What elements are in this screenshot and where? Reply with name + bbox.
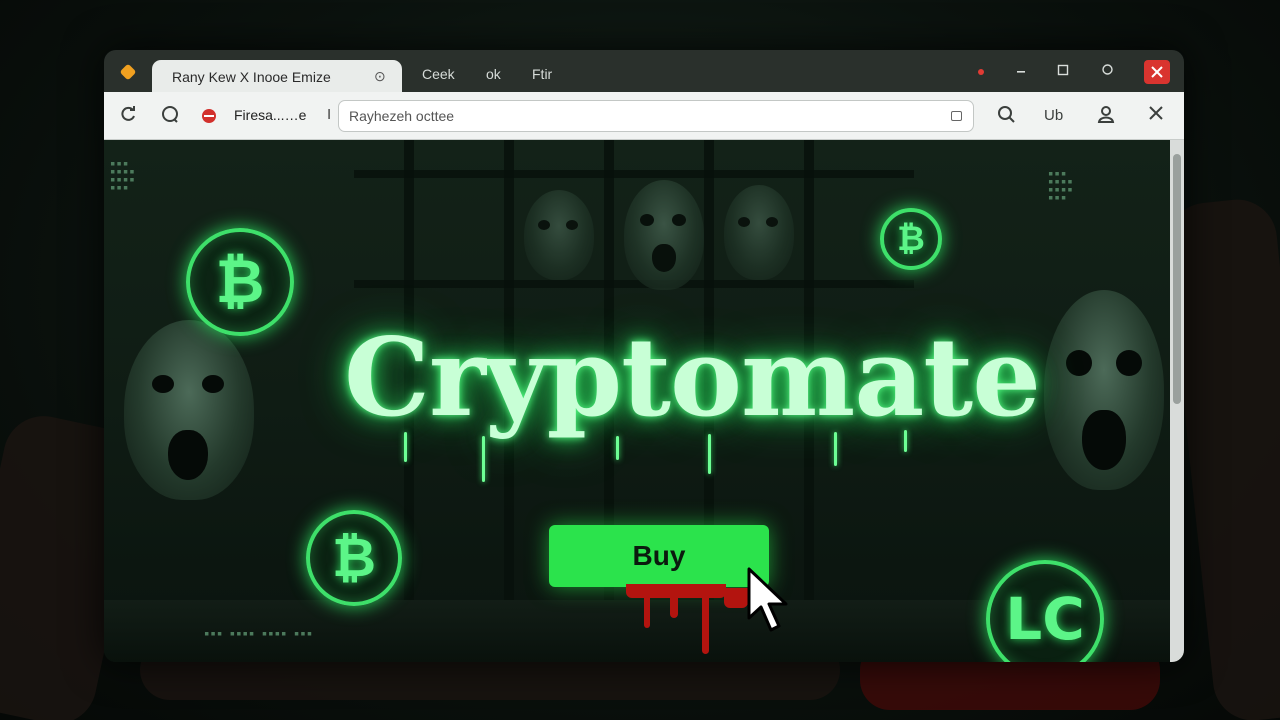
blood-drip xyxy=(670,594,678,618)
maximize-icon[interactable] xyxy=(1052,62,1074,82)
toolbar: Firesa...…e I Rayhezeh octtee Ub xyxy=(104,92,1184,140)
site-favicon-icon xyxy=(202,109,216,123)
title-drip xyxy=(834,432,837,466)
ghoul-back-1 xyxy=(524,190,594,280)
restore-icon[interactable] xyxy=(1096,62,1118,82)
minimize-icon[interactable] xyxy=(1010,62,1032,82)
scrollbar-thumb[interactable] xyxy=(1173,154,1181,404)
cage-crossbar xyxy=(354,280,914,288)
tab-ceek[interactable]: Ceek xyxy=(422,66,455,82)
record-dot-icon[interactable] xyxy=(970,62,992,82)
title-drip xyxy=(904,430,907,452)
pixel-decor-top-right: ▪▪▪ ▪▪▪▪ ▪▪▪▪ ▪▪▪ xyxy=(1048,169,1074,203)
window-close-icon[interactable] xyxy=(1144,60,1170,84)
search-icon[interactable] xyxy=(994,104,1018,128)
home-icon[interactable] xyxy=(158,104,182,128)
close-icon[interactable] xyxy=(1144,104,1168,128)
tab-ftir[interactable]: Ftir xyxy=(532,66,552,82)
bitcoin-icon: ₿ xyxy=(880,208,942,270)
address-bar[interactable]: Rayhezeh octtee xyxy=(338,100,974,132)
title-drip xyxy=(708,434,711,474)
title-bar: Rany Kew X Inooe Emize ⊙ Ceek ok Ftir xyxy=(104,50,1184,92)
page-content: ▪▪▪ ▪▪▪▪ ▪▪▪▪ ▪▪▪ ▪▪▪ ▪▪▪▪ ▪▪▪▪ ▪▪▪ ▪▪▪ … xyxy=(104,140,1170,662)
browser-window: Rany Kew X Inooe Emize ⊙ Ceek ok Ftir Fi… xyxy=(104,50,1184,662)
pixel-decor-top-left: ▪▪▪ ▪▪▪▪ ▪▪▪▪ ▪▪▪ xyxy=(110,159,136,193)
bitcoin-icon: ₿ xyxy=(306,510,402,606)
pixel-decor-bottom-left: ▪▪▪ ▪▪▪▪ ▪▪▪▪ ▪▪▪ xyxy=(204,629,314,639)
toolbar-ub-button[interactable]: Ub xyxy=(1044,107,1063,124)
back-icon[interactable] xyxy=(116,104,140,128)
tab-ok[interactable]: ok xyxy=(486,66,501,82)
blood-drip xyxy=(644,594,650,628)
ghoul-right xyxy=(1044,290,1164,490)
blood-drip xyxy=(724,588,748,608)
tab-title: Rany Kew X Inooe Emize xyxy=(172,69,331,85)
ghoul-left xyxy=(124,320,254,500)
mouse-cursor-icon xyxy=(747,567,788,632)
title-drip xyxy=(616,436,619,460)
address-input[interactable]: Rayhezeh octtee xyxy=(349,108,454,124)
profile-icon[interactable] xyxy=(1094,104,1118,128)
hero-title: Cryptomate xyxy=(344,315,1041,441)
tab-close-icon[interactable]: ⊙ xyxy=(374,68,386,85)
bitcoin-icon: ₿ xyxy=(186,228,294,336)
buy-button[interactable]: Buy xyxy=(549,525,769,587)
ghoul-back-2 xyxy=(624,180,704,290)
cage-crossbar xyxy=(354,170,914,178)
title-drip xyxy=(482,436,485,482)
ghoul-back-3 xyxy=(724,185,794,280)
vertical-scrollbar[interactable] xyxy=(1170,140,1184,662)
blood-drip xyxy=(702,594,709,654)
lock-icon xyxy=(951,111,962,121)
tab-active[interactable]: Rany Kew X Inooe Emize ⊙ xyxy=(152,60,402,92)
litecoin-icon: LC xyxy=(986,560,1104,662)
app-diamond-icon xyxy=(119,63,137,81)
site-label[interactable]: Firesa...…e xyxy=(234,107,306,123)
title-drip xyxy=(404,432,407,462)
toolbar-separator: I xyxy=(327,106,332,123)
